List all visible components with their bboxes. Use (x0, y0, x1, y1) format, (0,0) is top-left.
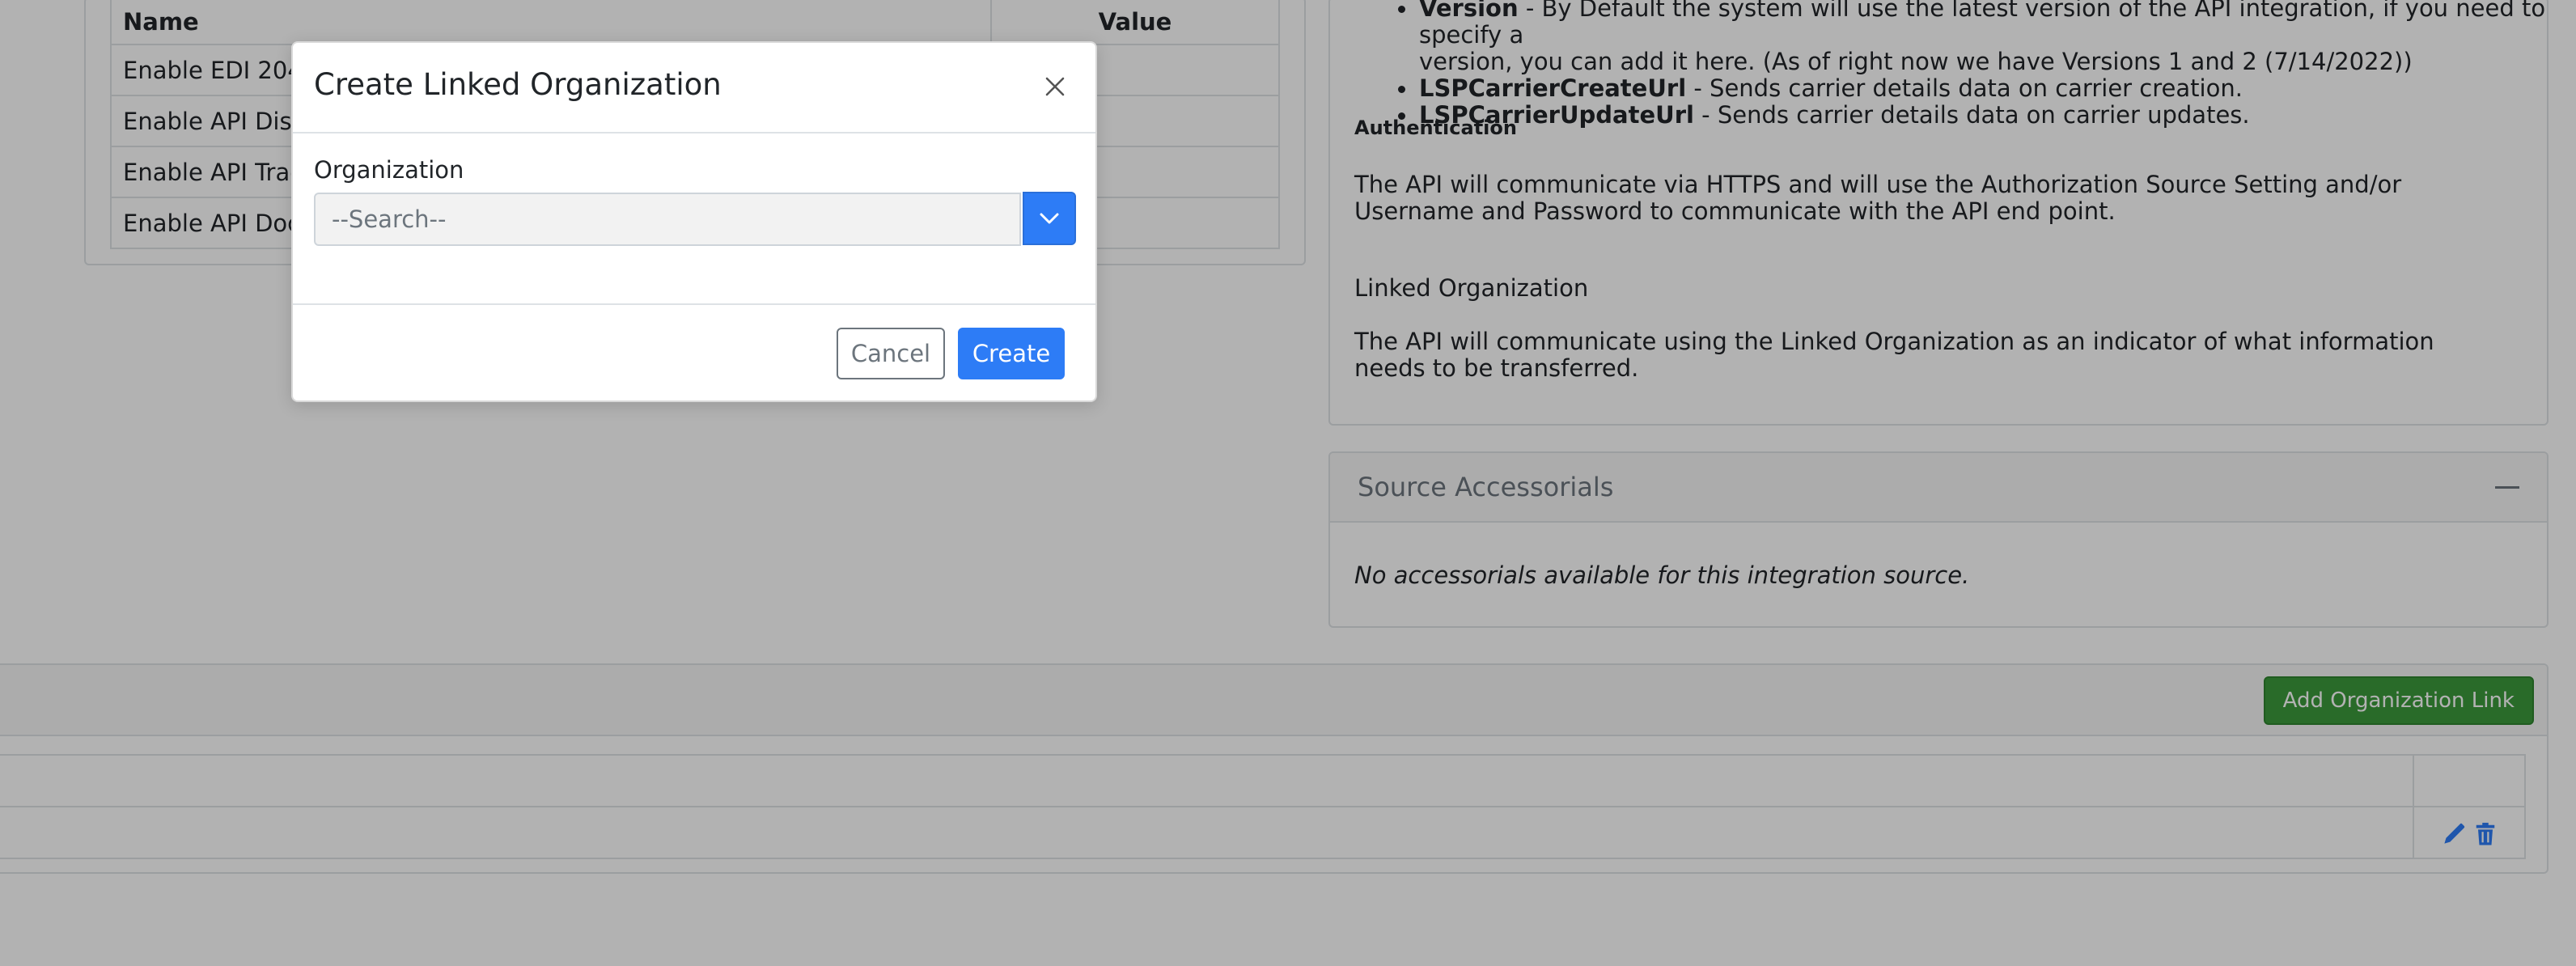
modal-header: Create Linked Organization (293, 43, 1095, 133)
modal-title: Create Linked Organization (314, 67, 722, 102)
modal-body: Organization (293, 133, 1095, 305)
modal-footer: Cancel Create (293, 305, 1095, 400)
chevron-down-icon (1040, 213, 1059, 224)
create-linked-organization-dialog: Create Linked Organization Organization … (291, 41, 1097, 402)
organization-search-input[interactable] (314, 193, 1021, 246)
cancel-button[interactable]: Cancel (837, 328, 945, 379)
close-icon[interactable] (1042, 74, 1068, 100)
organization-dropdown-button[interactable] (1023, 192, 1076, 245)
create-button[interactable]: Create (958, 328, 1065, 379)
organization-label: Organization (314, 156, 464, 184)
